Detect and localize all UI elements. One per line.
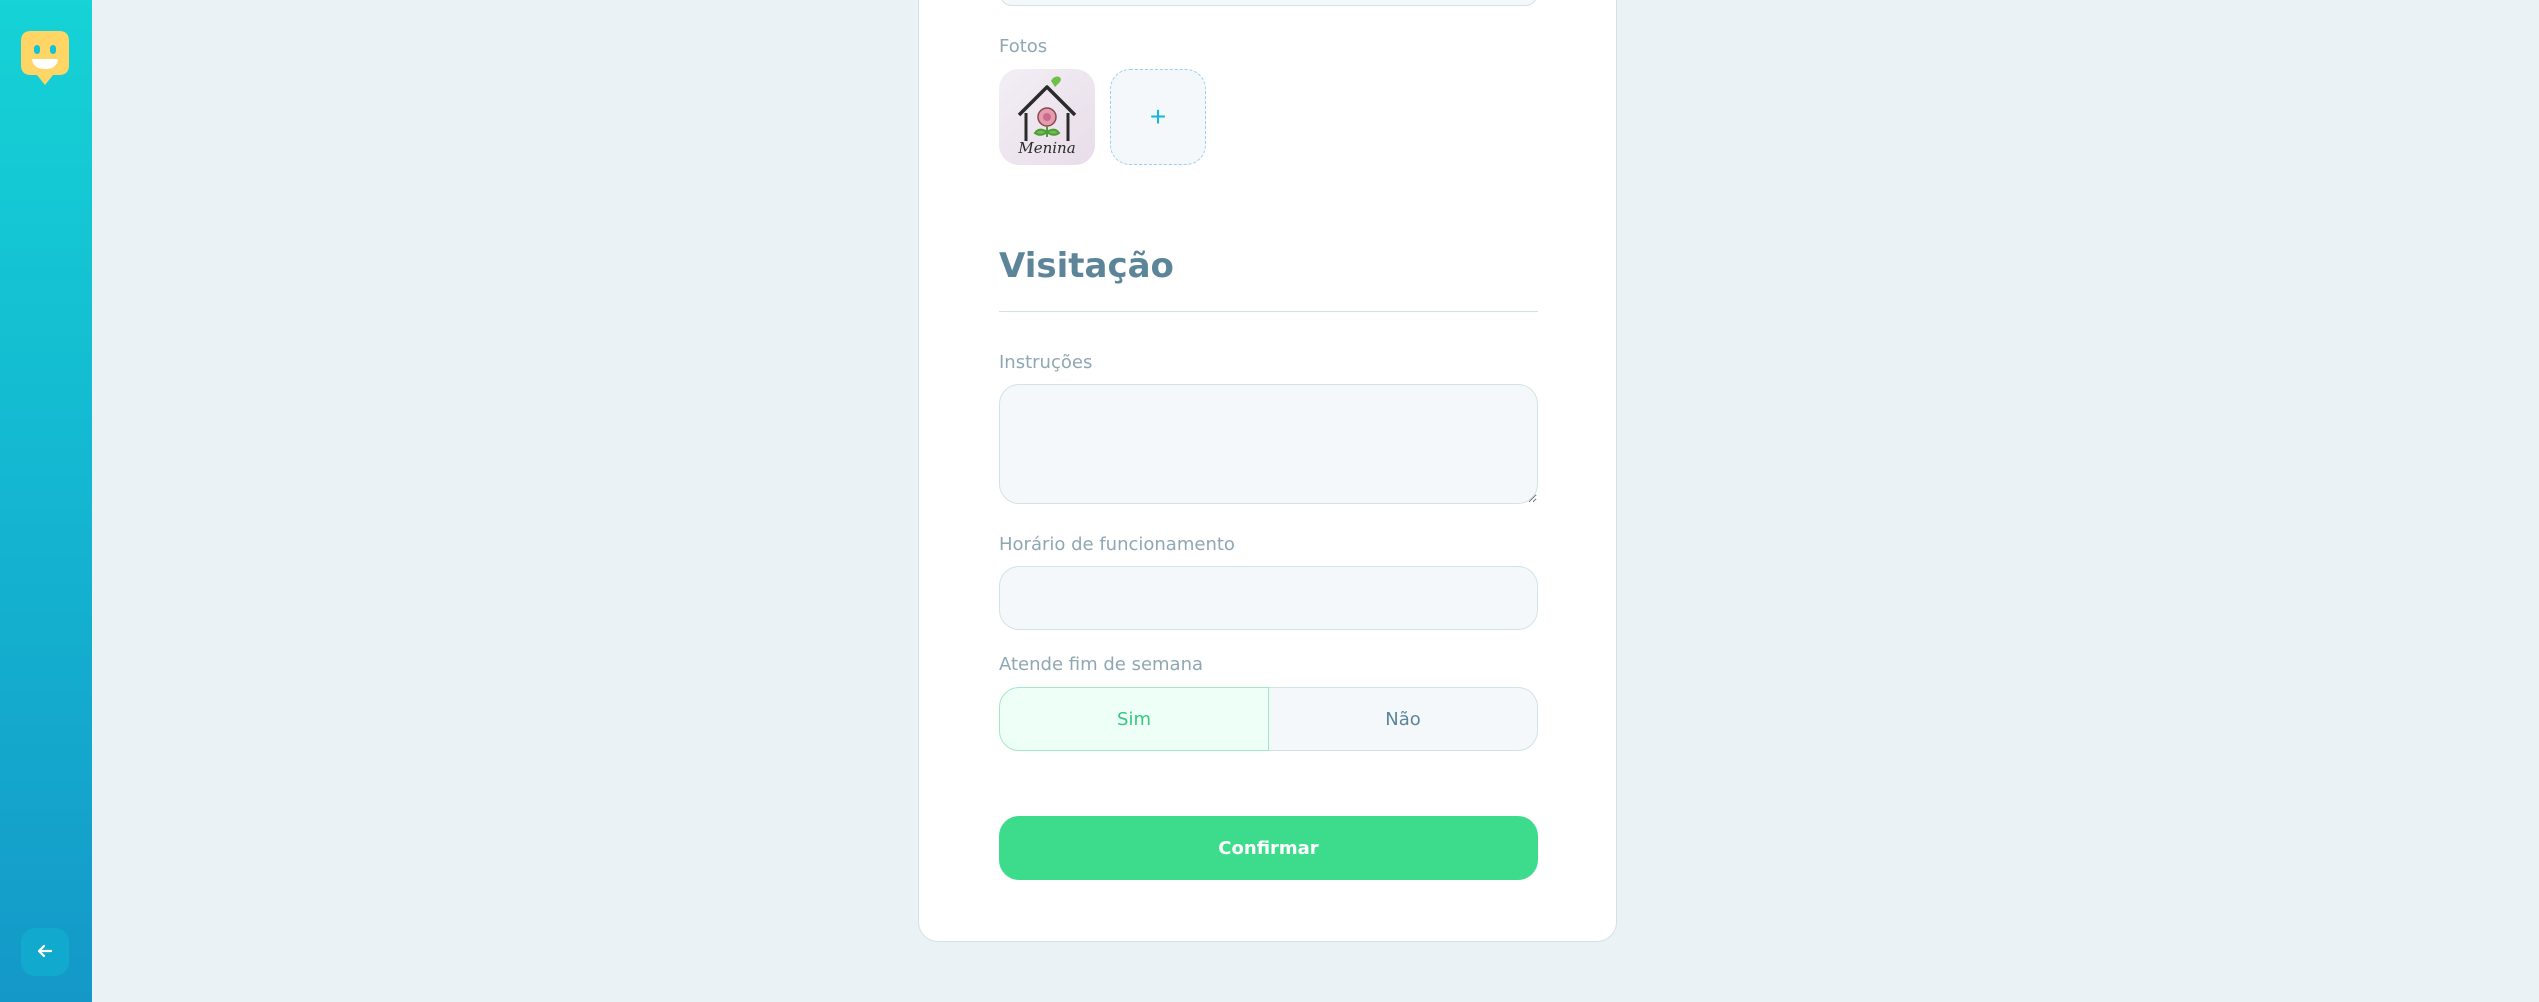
photo-logo-text: Menina (1017, 139, 1075, 157)
uploaded-photo-thumbnail[interactable]: Menina (999, 69, 1095, 165)
weekend-toggle: Sim Não (999, 687, 1538, 751)
arrow-left-icon (35, 941, 55, 964)
section-divider (999, 311, 1538, 312)
section-title-visitation: Visitação (999, 246, 1174, 286)
weekend-no-button[interactable]: Não (1269, 687, 1538, 751)
back-button[interactable] (21, 928, 69, 976)
instructions-field[interactable] (999, 384, 1538, 504)
sidebar (0, 0, 92, 1002)
photos-label: Fotos (999, 36, 1048, 57)
confirm-button[interactable]: Confirmar (999, 816, 1538, 880)
instructions-label: Instruções (999, 352, 1093, 373)
about-textarea[interactable] (999, 0, 1538, 6)
opening-hours-label: Horário de funcionamento (999, 534, 1235, 555)
opening-hours-field[interactable] (999, 566, 1538, 630)
weekend-label: Atende fim de semana (999, 654, 1204, 675)
add-photo-button[interactable]: + (1110, 69, 1206, 165)
plus-icon: + (1149, 101, 1167, 132)
weekend-yes-button[interactable]: Sim (999, 687, 1269, 751)
smiley-map-marker-icon (21, 31, 69, 85)
